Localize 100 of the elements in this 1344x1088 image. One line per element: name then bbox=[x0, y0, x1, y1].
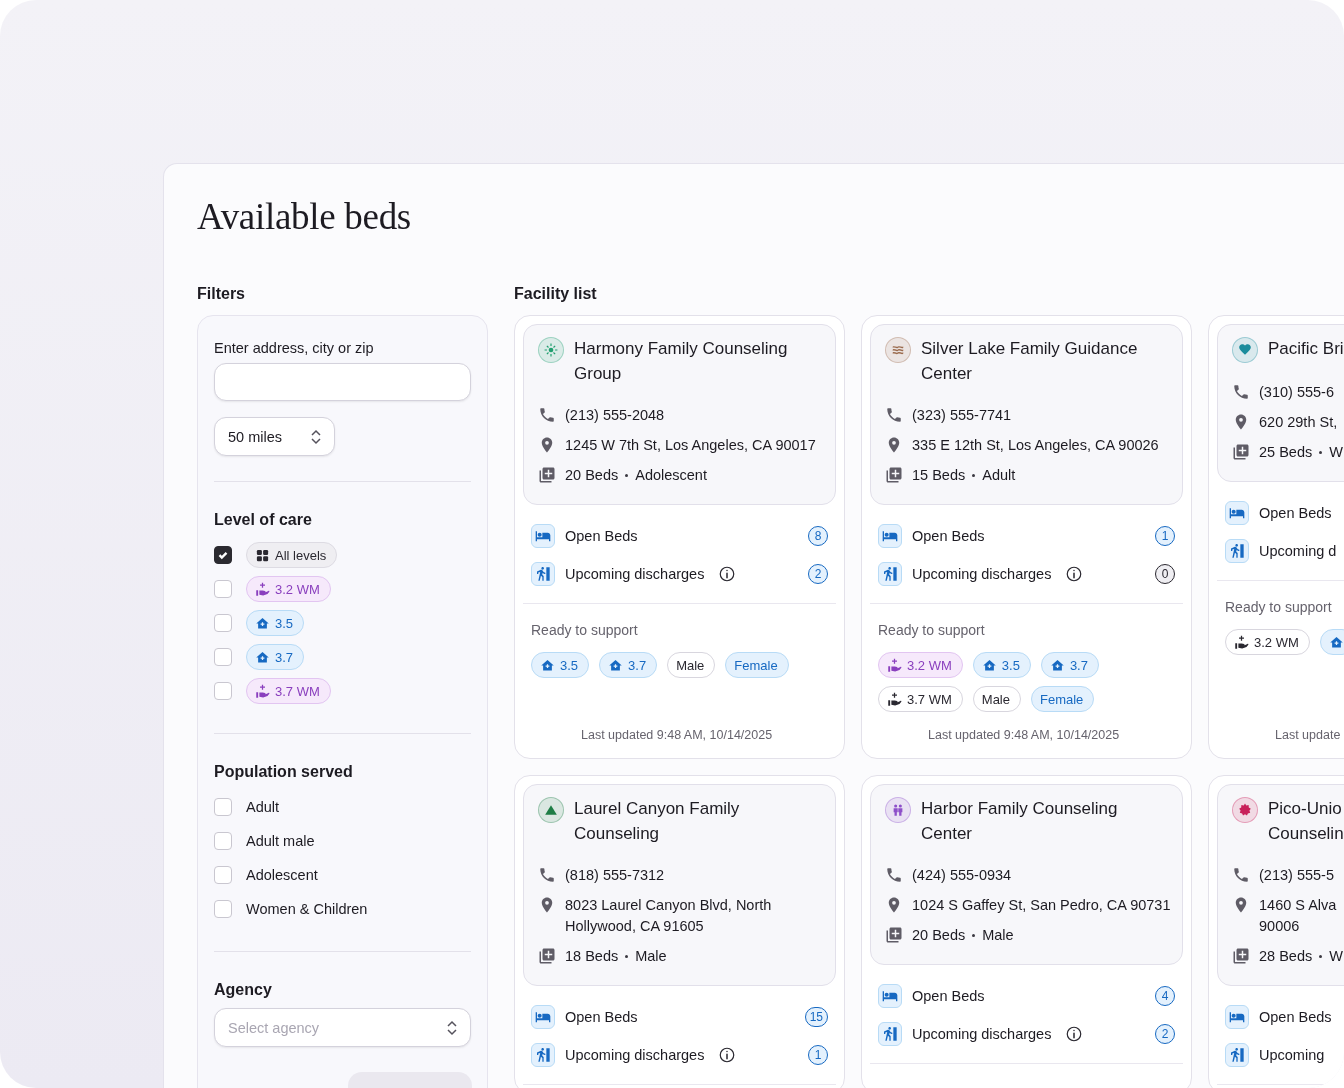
hand-plus-icon bbox=[887, 691, 902, 707]
support-tag: 3.2 WM bbox=[1225, 629, 1310, 655]
bed-icon bbox=[531, 524, 555, 548]
ready-to-support-label: Ready to support bbox=[878, 621, 986, 640]
add-layers-icon bbox=[885, 926, 903, 944]
section-heading: Facility list bbox=[514, 284, 598, 304]
phone-icon bbox=[885, 406, 903, 424]
separator-dot bbox=[625, 954, 629, 958]
phone-icon bbox=[538, 406, 556, 424]
running-person-icon bbox=[878, 562, 902, 586]
population-type: Adult bbox=[982, 465, 1016, 485]
facility-address: 8023 Laurel Canyon Blvd, North Hollywood, CA 91605 bbox=[565, 895, 773, 936]
care-level-tag: 3.7 WM bbox=[246, 678, 331, 704]
up-down-caret-icon bbox=[310, 428, 322, 445]
last-updated-text: Last update bbox=[1274, 727, 1342, 744]
facility-address: 1024 S Gaffey St, San Pedro, CA 90731 bbox=[912, 895, 1171, 915]
hand-plus-icon bbox=[255, 683, 270, 699]
population-type: Male bbox=[982, 925, 1014, 945]
separator-dot bbox=[972, 933, 976, 937]
ready-to-support-label: Ready to support bbox=[531, 621, 639, 640]
phone-number: (213) 555-5 bbox=[1259, 865, 1334, 885]
facility-address: 1460 S Alva 90006 bbox=[1259, 895, 1337, 936]
info-icon[interactable] bbox=[718, 1046, 737, 1064]
count-badge: 4 bbox=[1155, 986, 1175, 1006]
support-tag: Male bbox=[972, 686, 1021, 712]
support-tag: 3.2 WM bbox=[878, 652, 963, 678]
stat-label: Upcoming discharges bbox=[565, 566, 705, 582]
hand-plus-icon bbox=[887, 657, 902, 673]
stat-label: Open Beds bbox=[1259, 505, 1332, 521]
bed-total: 18 Beds bbox=[565, 946, 619, 966]
stat-label: Upcoming discharges bbox=[912, 566, 1052, 582]
separator-dot bbox=[1319, 954, 1323, 958]
count-badge: 15 bbox=[804, 1007, 828, 1027]
support-tag: 3.7 WM bbox=[878, 686, 963, 712]
care-level-tag: 3.2 WM bbox=[246, 576, 331, 602]
checkbox-label: Adult bbox=[246, 799, 280, 815]
add-layers-icon bbox=[1232, 947, 1250, 965]
add-layers-icon bbox=[885, 466, 903, 484]
filter-heading: Population served bbox=[214, 762, 354, 782]
population-type: Male bbox=[635, 946, 667, 966]
add-layers-icon bbox=[1232, 443, 1250, 461]
count-badge: 2 bbox=[1155, 1024, 1175, 1044]
stat-label: Upcoming d bbox=[1259, 543, 1337, 559]
running-person-icon bbox=[1225, 539, 1249, 563]
count-badge: 0 bbox=[1155, 564, 1175, 584]
checkbox-label: Adolescent bbox=[246, 867, 318, 883]
phone-number: (424) 555-0934 bbox=[912, 865, 1012, 885]
count-badge: 2 bbox=[808, 564, 828, 584]
facility-name: Harbor Family Counseling Center bbox=[921, 798, 1119, 845]
stat-label: Upcoming discharges bbox=[912, 1026, 1052, 1042]
distance-select[interactable]: 50 miles bbox=[214, 417, 335, 456]
checkbox[interactable] bbox=[214, 546, 232, 564]
stat-label: Open Beds bbox=[1259, 1009, 1332, 1025]
house-icon bbox=[540, 657, 555, 673]
bed-icon bbox=[878, 524, 902, 548]
facility-name: Pico-Unio Counselin bbox=[1268, 798, 1344, 845]
phone-icon bbox=[538, 866, 556, 884]
page-title: Available beds bbox=[197, 197, 412, 237]
checkbox-label: Adult male bbox=[246, 833, 315, 849]
running-person-icon bbox=[531, 1043, 555, 1067]
facility-name: Harmony Family Counseling Group bbox=[574, 338, 789, 385]
field-label: Enter address, city or zip bbox=[214, 339, 375, 358]
facility-name: Laurel Canyon Family Counseling bbox=[574, 798, 741, 845]
facility-address: 1245 W 7th St, Los Angeles, CA 90017 bbox=[565, 435, 816, 455]
facility-address: 335 E 12th St, Los Angeles, CA 90026 bbox=[912, 435, 1159, 455]
bed-total: 28 Beds bbox=[1259, 946, 1313, 966]
stat-label: Open Beds bbox=[912, 988, 985, 1004]
house-icon bbox=[1328, 634, 1344, 650]
support-tag: 3.5 bbox=[972, 652, 1031, 678]
bed-total: 20 Beds bbox=[912, 925, 966, 945]
separator-dot bbox=[625, 473, 629, 477]
address-input-field[interactable] bbox=[214, 363, 471, 401]
last-updated-text: Last updated 9:48 AM, 10/14/2025 bbox=[580, 727, 774, 744]
bed-icon bbox=[531, 1005, 555, 1029]
section-heading: Filters bbox=[197, 284, 246, 304]
hand-plus-icon bbox=[1234, 634, 1249, 650]
bed-icon bbox=[1225, 501, 1249, 525]
checkmark-icon bbox=[217, 549, 229, 561]
bed-total: 20 Beds bbox=[565, 465, 619, 485]
support-tag: Female bbox=[1031, 686, 1095, 712]
add-layers-icon bbox=[538, 466, 556, 484]
care-level-tag: 3.5 bbox=[246, 610, 305, 636]
info-icon[interactable] bbox=[1065, 1025, 1084, 1043]
bed-total: 15 Beds bbox=[912, 465, 966, 485]
checkbox-label: Women & Children bbox=[246, 901, 368, 917]
hand-plus-icon bbox=[255, 581, 270, 597]
filter-heading: Agency bbox=[214, 980, 273, 1000]
info-icon[interactable] bbox=[718, 565, 737, 583]
facility-name: Pacific Bri bbox=[1268, 338, 1344, 360]
support-tag: 3.5 bbox=[531, 652, 590, 678]
phone-number: (818) 555-7312 bbox=[565, 865, 665, 885]
stat-label: Upcoming discharges bbox=[565, 1047, 705, 1063]
population-type: Adolescent bbox=[635, 465, 707, 485]
ready-to-support-label: Ready to support bbox=[1225, 598, 1333, 617]
phone-number: (213) 555-2048 bbox=[565, 405, 665, 425]
info-icon[interactable] bbox=[1065, 565, 1084, 583]
stat-label: Open Beds bbox=[565, 1009, 638, 1025]
count-badge: 1 bbox=[1155, 526, 1175, 546]
bed-icon bbox=[1225, 1005, 1249, 1029]
house-icon bbox=[255, 649, 270, 665]
